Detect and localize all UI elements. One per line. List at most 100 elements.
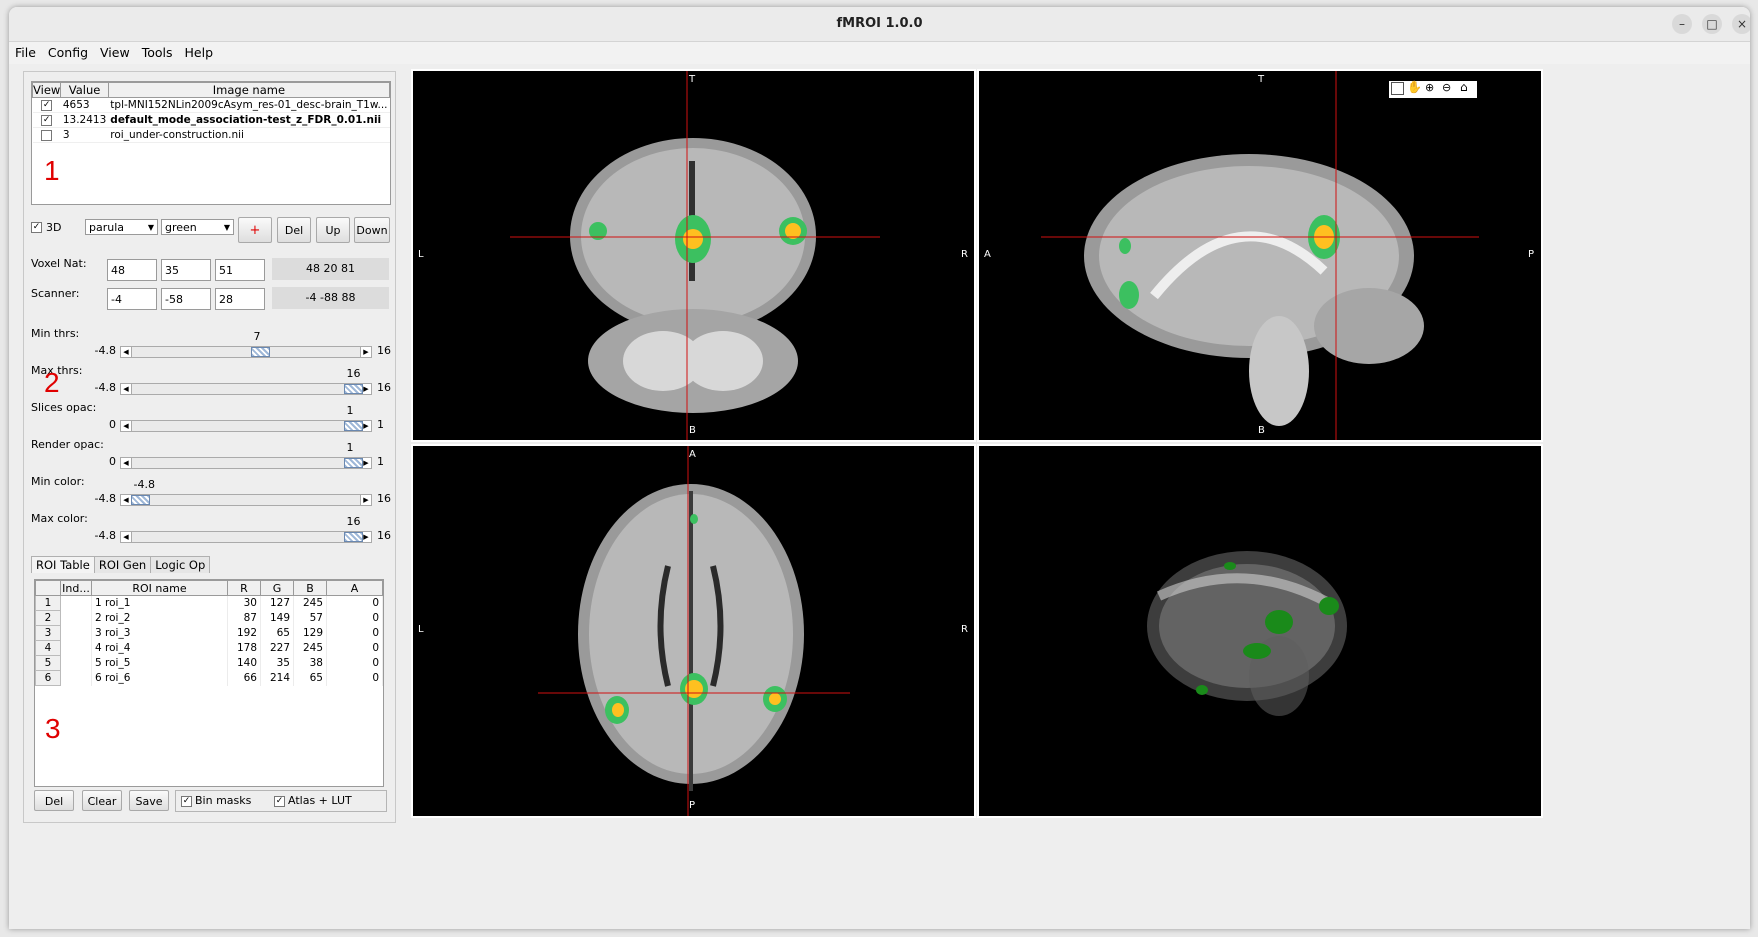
atlas-lut-checkbox[interactable]: ✓ [274, 796, 285, 807]
col-g[interactable]: G [260, 580, 294, 596]
slider-track[interactable]: ◀ ▶ [120, 346, 372, 358]
roi-delete-button[interactable]: Del [34, 790, 74, 811]
table-row[interactable]: 1 1 roi_1 30 127 245 0 [35, 595, 383, 611]
arrow-left-icon[interactable]: ◀ [121, 347, 132, 357]
arrow-right-icon[interactable]: ▶ [360, 347, 371, 357]
voxel-y-field[interactable]: 35 [161, 259, 211, 281]
menu-tools[interactable]: Tools [136, 42, 179, 60]
slider-value: 1 [346, 441, 354, 454]
pan-hand-icon[interactable]: ✋ [1407, 80, 1422, 94]
col-r[interactable]: R [227, 580, 261, 596]
arrow-right-icon[interactable]: ▶ [360, 495, 371, 505]
roi-save-button[interactable]: Save [129, 790, 169, 811]
tab-roi-table[interactable]: ROI Table [31, 556, 95, 573]
close-button[interactable]: × [1732, 14, 1750, 34]
col-b[interactable]: B [293, 580, 327, 596]
roi-index-cell [60, 610, 92, 626]
bin-masks-checkbox[interactable]: ✓ [181, 796, 192, 807]
scanner-x-field[interactable]: -4 [107, 288, 157, 310]
coronal-view[interactable]: T B L R [411, 69, 976, 442]
col-roi-name[interactable]: ROI name [91, 580, 228, 596]
add-layer-button[interactable]: + [238, 217, 272, 243]
col-a[interactable]: A [326, 580, 383, 596]
render-3d-view[interactable] [977, 444, 1543, 818]
slider-thumb[interactable] [344, 384, 363, 394]
maximize-button[interactable]: □ [1702, 14, 1722, 34]
arrow-left-icon[interactable]: ◀ [121, 458, 132, 468]
slider-min-label: -4.8 [94, 344, 116, 357]
zoom-out-icon[interactable]: ⊖ [1442, 81, 1451, 94]
col-index[interactable]: Ind... [60, 580, 92, 596]
select-icon[interactable] [1391, 82, 1404, 95]
slider-thumb[interactable] [344, 532, 363, 542]
alpha-cell: 0 [326, 670, 383, 686]
home-icon[interactable]: ⌂ [1460, 80, 1468, 94]
table-row[interactable]: 5 5 roi_5 140 35 38 0 [35, 655, 383, 671]
row-number-cell: 4 [35, 640, 61, 656]
menu-view[interactable]: View [94, 42, 136, 60]
col-value[interactable]: Value [60, 82, 109, 98]
slider-thumb[interactable] [344, 421, 363, 431]
annotation-three: 3 [45, 713, 61, 744]
color-select[interactable]: green ▼ [161, 219, 234, 235]
layer-row[interactable]: 3 roi_under-construction.nii [32, 127, 390, 143]
row-number-cell: 5 [35, 655, 61, 671]
tab-logic-op[interactable]: Logic Op [150, 556, 211, 573]
slider-min-label: -4.8 [94, 529, 116, 542]
zoom-in-icon[interactable]: ⊕ [1425, 81, 1434, 94]
slider-min-label: -4.8 [94, 492, 116, 505]
arrow-left-icon[interactable]: ◀ [121, 384, 132, 394]
table-row[interactable]: 4 4 roi_4 178 227 245 0 [35, 640, 383, 656]
three-d-checkbox[interactable]: ✓ [31, 222, 42, 233]
scanner-z-field[interactable]: 28 [215, 288, 265, 310]
roi-index-cell [60, 670, 92, 686]
move-up-button[interactable]: Up [316, 217, 350, 243]
slider-track[interactable]: ◀ ▶ [120, 420, 372, 432]
slider-track[interactable]: ◀ ▶ [120, 531, 372, 543]
menu-help[interactable]: Help [179, 42, 220, 60]
roi-clear-button[interactable]: Clear [82, 790, 122, 811]
chevron-down-icon: ▼ [223, 223, 230, 232]
layer-visible-checkbox[interactable]: ✓ [41, 99, 53, 111]
voxel-z-field[interactable]: 51 [215, 259, 265, 281]
layer-row[interactable]: ✓ 13.2413 default_mode_association-test_… [32, 112, 390, 128]
delete-layer-button[interactable]: Del [277, 217, 311, 243]
slider-thumb[interactable] [131, 495, 150, 505]
minimize-button[interactable]: – [1672, 14, 1692, 34]
arrow-left-icon[interactable]: ◀ [121, 421, 132, 431]
voxel-x-field[interactable]: 48 [107, 259, 157, 281]
slider-value: 7 [253, 330, 261, 343]
slider-thumb[interactable] [251, 347, 270, 357]
tab-roi-gen[interactable]: ROI Gen [93, 556, 152, 573]
scanner-y-field[interactable]: -58 [161, 288, 211, 310]
layer-visible-checkbox[interactable]: ✓ [41, 114, 53, 126]
colormap-select[interactable]: parula ▼ [85, 219, 158, 235]
move-down-button[interactable]: Down [354, 217, 390, 243]
menu-file[interactable]: File [9, 42, 42, 60]
sagittal-view[interactable]: ✋ ⊕ ⊖ ⌂ T B A P [977, 69, 1543, 442]
table-row[interactable]: 3 3 roi_3 192 65 129 0 [35, 625, 383, 641]
tab-bar: ROI Table ROI Gen Logic Op [31, 556, 211, 574]
slider-track[interactable]: ◀ ▶ [120, 494, 372, 506]
table-row[interactable]: 2 2 roi_2 87 149 57 0 [35, 610, 383, 626]
slider-track[interactable]: ◀ ▶ [120, 383, 372, 395]
col-image-name[interactable]: Image name [107, 82, 391, 98]
slider-value: -4.8 [133, 478, 155, 491]
coronal-brain-image [510, 71, 880, 440]
layer-visible-checkbox[interactable] [41, 129, 53, 141]
menu-config[interactable]: Config [42, 42, 94, 60]
slider-thumb[interactable] [344, 458, 363, 468]
bin-masks-label: Bin masks [195, 794, 252, 807]
roi-index-cell [60, 625, 92, 641]
table-row[interactable]: 6 6 roi_6 66 214 65 0 [35, 670, 383, 686]
layer-name: roi_under-construction.nii [108, 127, 390, 143]
col-view[interactable]: View [31, 82, 62, 98]
slider-track[interactable]: ◀ ▶ [120, 457, 372, 469]
arrow-left-icon[interactable]: ◀ [121, 532, 132, 542]
row-number-cell: 1 [35, 595, 61, 611]
row-number-cell: 2 [35, 610, 61, 626]
slider-max-label: 16 [377, 529, 391, 542]
layer-row[interactable]: ✓ 4653 tpl-MNI152NLin2009cAsym_res-01_de… [32, 97, 390, 113]
axial-view[interactable]: A P L R [411, 444, 976, 818]
layer-value: 3 [60, 127, 109, 143]
